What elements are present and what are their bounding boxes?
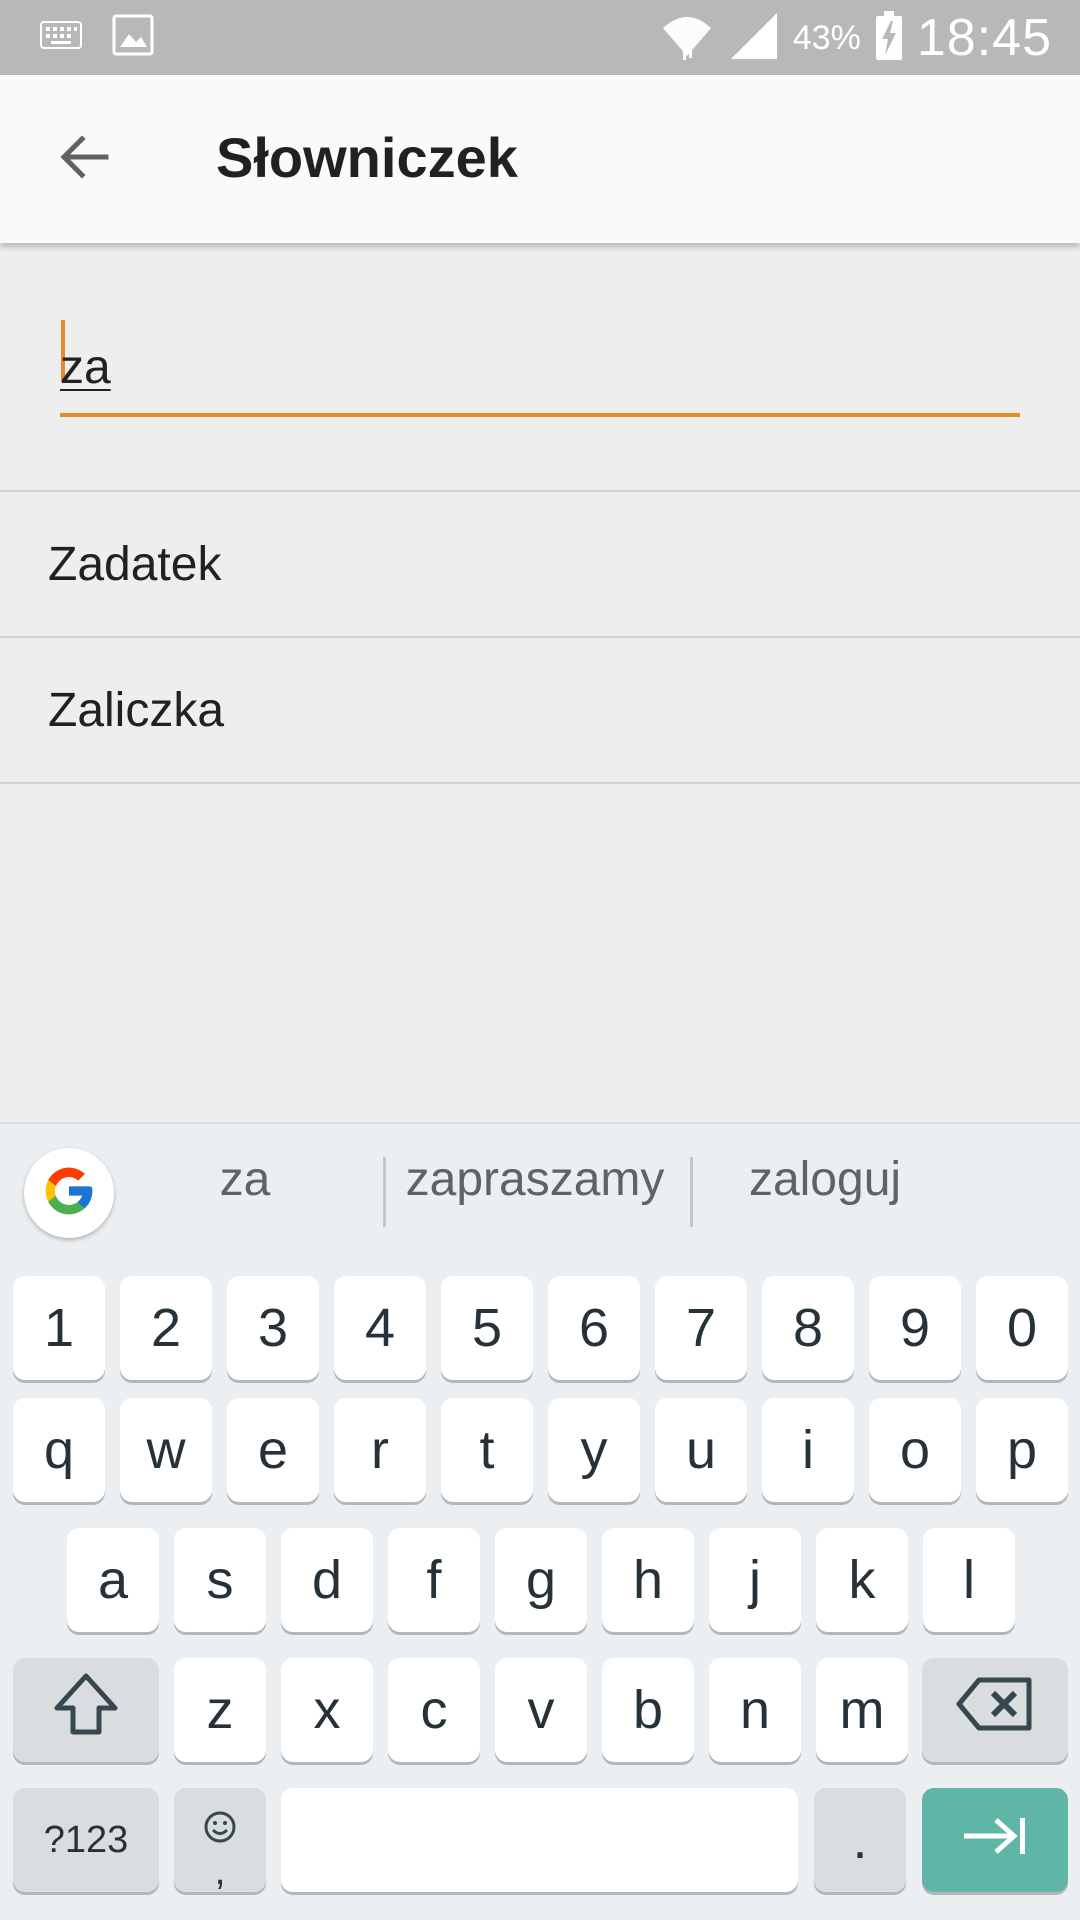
tab-next-icon bbox=[960, 1809, 1030, 1871]
key-o[interactable]: o bbox=[869, 1398, 961, 1502]
key-l[interactable]: l bbox=[923, 1528, 1015, 1632]
key-r[interactable]: r bbox=[334, 1398, 426, 1502]
image-icon bbox=[112, 14, 154, 61]
key-m[interactable]: m bbox=[816, 1658, 908, 1762]
key-g[interactable]: g bbox=[495, 1528, 587, 1632]
battery-percent: 43% bbox=[792, 18, 861, 57]
status-bar: 43% 18:45 bbox=[0, 0, 1080, 75]
key-q[interactable]: q bbox=[13, 1398, 105, 1502]
key-f[interactable]: f bbox=[388, 1528, 480, 1632]
backspace-icon bbox=[955, 1676, 1035, 1745]
wifi-icon bbox=[659, 10, 715, 67]
key-t[interactable]: t bbox=[441, 1398, 533, 1502]
key-j[interactable]: j bbox=[709, 1528, 801, 1632]
key-a[interactable]: a bbox=[67, 1528, 159, 1632]
key-y[interactable]: y bbox=[548, 1398, 640, 1502]
arrow-back-icon bbox=[58, 131, 110, 188]
suggestion-1[interactable]: za bbox=[150, 1152, 340, 1207]
key-s[interactable]: s bbox=[174, 1528, 266, 1632]
comma-label: , bbox=[214, 1849, 226, 1893]
back-button[interactable] bbox=[46, 121, 122, 197]
key-6[interactable]: 6 bbox=[548, 1276, 640, 1380]
list-item[interactable]: Zaliczka bbox=[0, 638, 1080, 784]
suggestion-2[interactable]: zapraszamy bbox=[395, 1152, 675, 1207]
key-x[interactable]: x bbox=[281, 1658, 373, 1762]
battery-charging-icon bbox=[875, 10, 903, 66]
key-u[interactable]: u bbox=[655, 1398, 747, 1502]
search-underline bbox=[60, 413, 1020, 417]
symbols-key[interactable]: ?123 bbox=[13, 1788, 159, 1892]
key-b[interactable]: b bbox=[602, 1658, 694, 1762]
key-c[interactable]: c bbox=[388, 1658, 480, 1762]
soft-keyboard: za zapraszamy zaloguj 1 2 3 4 5 6 7 8 9 … bbox=[0, 1122, 1080, 1920]
key-4[interactable]: 4 bbox=[334, 1276, 426, 1380]
search-input-value[interactable]: za bbox=[60, 340, 111, 395]
key-5[interactable]: 5 bbox=[441, 1276, 533, 1380]
key-v[interactable]: v bbox=[495, 1658, 587, 1762]
page-title: Słowniczek bbox=[216, 126, 518, 189]
key-7[interactable]: 7 bbox=[655, 1276, 747, 1380]
key-z[interactable]: z bbox=[174, 1658, 266, 1762]
key-k[interactable]: k bbox=[816, 1528, 908, 1632]
key-e[interactable]: e bbox=[227, 1398, 319, 1502]
key-h[interactable]: h bbox=[602, 1528, 694, 1632]
period-key[interactable]: . bbox=[814, 1788, 906, 1892]
app-bar: Słowniczek bbox=[0, 75, 1080, 243]
signal-icon bbox=[729, 11, 779, 66]
keyboard-icon bbox=[40, 21, 82, 54]
key-i[interactable]: i bbox=[762, 1398, 854, 1502]
smiley-icon bbox=[203, 1795, 237, 1857]
key-d[interactable]: d bbox=[281, 1528, 373, 1632]
key-8[interactable]: 8 bbox=[762, 1276, 854, 1380]
key-n[interactable]: n bbox=[709, 1658, 801, 1762]
suggestion-3[interactable]: zaloguj bbox=[700, 1152, 950, 1207]
space-key[interactable] bbox=[281, 1788, 798, 1892]
suggestion-divider bbox=[690, 1157, 693, 1227]
shift-key[interactable] bbox=[13, 1658, 159, 1762]
suggestion-divider bbox=[383, 1157, 386, 1227]
enter-key[interactable] bbox=[922, 1788, 1068, 1892]
key-0[interactable]: 0 bbox=[976, 1276, 1068, 1380]
key-3[interactable]: 3 bbox=[227, 1276, 319, 1380]
google-g-icon bbox=[41, 1163, 97, 1224]
key-1[interactable]: 1 bbox=[13, 1276, 105, 1380]
key-w[interactable]: w bbox=[120, 1398, 212, 1502]
key-9[interactable]: 9 bbox=[869, 1276, 961, 1380]
key-2[interactable]: 2 bbox=[120, 1276, 212, 1380]
suggestion-bar: za zapraszamy zaloguj bbox=[0, 1124, 1080, 1256]
google-button[interactable] bbox=[24, 1148, 114, 1238]
result-list: Zadatek Zaliczka bbox=[0, 490, 1080, 784]
search-input[interactable]: za bbox=[60, 320, 1020, 420]
key-p[interactable]: p bbox=[976, 1398, 1068, 1502]
backspace-key[interactable] bbox=[922, 1658, 1068, 1762]
clock: 18:45 bbox=[916, 9, 1052, 67]
emoji-comma-key[interactable]: , bbox=[174, 1788, 266, 1892]
shift-icon bbox=[51, 1672, 121, 1749]
list-item[interactable]: Zadatek bbox=[0, 492, 1080, 638]
